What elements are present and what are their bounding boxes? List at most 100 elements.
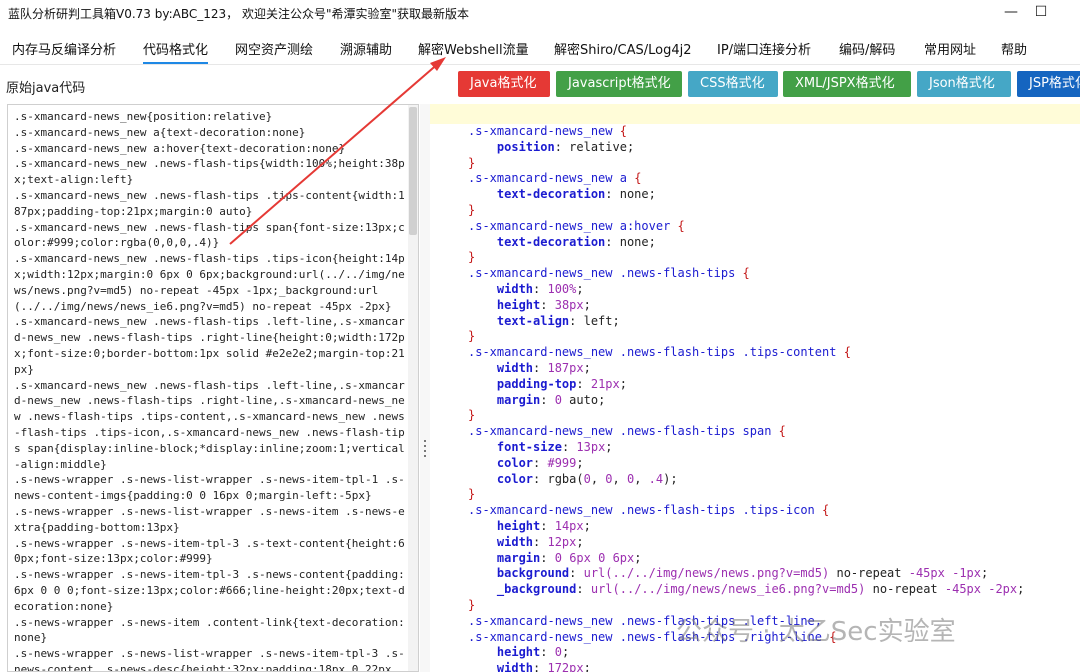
current-line-highlight (430, 104, 1080, 124)
close-brace: } (468, 155, 476, 170)
css-property: text-align (496, 313, 570, 328)
css-selector: .s-xmancard-news_new a (468, 171, 627, 186)
css-number: 12px (547, 534, 577, 549)
css-property: text-decoration (496, 234, 606, 249)
css-semicolon: ; (576, 455, 584, 470)
css-semicolon: ; (561, 645, 570, 660)
css-value-text: rgba( (547, 471, 584, 486)
css-colon: : (605, 187, 620, 202)
menu-decrypt-webshell[interactable]: 解密Webshell流量 (418, 39, 529, 58)
css-colon: : (540, 645, 555, 660)
css-number: 21px (590, 376, 620, 391)
css-colon: : (533, 471, 548, 486)
open-brace: { (742, 266, 750, 281)
css-value-text: relative (569, 139, 627, 154)
css-property: position (496, 139, 555, 154)
css-number: 0 (554, 392, 562, 407)
css-property: _background (496, 582, 577, 597)
source-code-scrollbar-thumb[interactable] (409, 107, 417, 235)
splitter-grip-dot (424, 450, 426, 452)
css-colon: : (533, 455, 548, 470)
css-property: padding-top (496, 376, 577, 391)
css-selector: .s-xmancard-news_new .news-flash-tips (468, 266, 736, 281)
css-value-text: no-repeat (829, 566, 909, 581)
css-number: #999 (547, 455, 577, 470)
css-value-text: no-repeat (865, 582, 945, 597)
splitter-grip-dot (424, 445, 426, 447)
window-title: 蓝队分析研判工具箱V0.73 by:ABC_123， 欢迎关注公众号"希潭实验室… (8, 7, 470, 21)
menu-decrypt-shiro-cas-log4j2[interactable]: 解密Shiro/CAS/Log4j2 (554, 39, 691, 58)
menu-code-format[interactable]: 代码格式化 (143, 39, 209, 64)
css-number: 187px (547, 360, 584, 375)
css-colon: : (554, 139, 570, 154)
menu-trace-assist[interactable]: 溯源辅助 (340, 39, 392, 58)
source-code-text[interactable]: .s-xmancard-news_new{position:relative} … (14, 109, 408, 671)
css-property: width (496, 661, 534, 672)
formatted-code[interactable]: .s-xmancard-news_new { position: relativ… (468, 124, 1068, 672)
css-number: -45px (908, 566, 945, 581)
css-selector: .s-xmancard-news_new .news-flash-tips .t… (468, 345, 837, 360)
css-colon: : (576, 582, 591, 597)
css-value-text (945, 566, 952, 580)
css-colon: : (561, 439, 577, 454)
menu-ip-port-analysis[interactable]: IP/端口连接分析 (717, 39, 811, 58)
css-number: 14px (554, 518, 584, 533)
css-selector: .s-xmancard-news_new a:hover (468, 218, 671, 233)
css-semicolon: ; (576, 281, 584, 296)
css-property: width (496, 281, 534, 296)
splitter-grip-dot (424, 440, 426, 442)
formatted-output-panel[interactable]: .s-xmancard-news_new { position: relativ… (430, 104, 1080, 672)
menu-memshell-decompile[interactable]: 内存马反编译分析 (12, 39, 116, 58)
panel-splitter[interactable] (420, 104, 430, 672)
css-property: margin (496, 392, 541, 407)
css-value-text: auto (561, 392, 599, 407)
css-number: -2px (988, 582, 1018, 597)
maximize-button[interactable]: ☐ (1018, 0, 1064, 26)
css-value-text: , (634, 471, 649, 486)
open-brace: { (619, 124, 627, 138)
css-colon: : (533, 534, 548, 549)
css-number: 0 (554, 645, 562, 660)
css-property: font-size (496, 439, 562, 454)
close-brace: } (468, 202, 476, 217)
css-semicolon: ; (598, 392, 606, 407)
watermark: 公众号 · 太乙Sec实验室 (676, 617, 956, 647)
javascript-format-button[interactable]: Javascript格式化 (556, 71, 682, 97)
css-url: url(../../img/news/news_ie6.png?v=md5) (590, 582, 866, 597)
css-number: -45px (944, 582, 981, 597)
css-colon: : (569, 566, 584, 581)
css-format-button[interactable]: CSS格式化 (688, 71, 778, 97)
css-colon: : (569, 313, 584, 328)
source-code-scrollbar[interactable] (408, 105, 418, 671)
css-colon: : (540, 392, 555, 407)
css-number: 0 (605, 471, 613, 486)
css-number: 0 (554, 550, 562, 565)
css-property: height (496, 645, 541, 660)
css-selector: .s-xmancard-news_new .news-flash-tips sp… (468, 424, 772, 439)
xml-jspx-format-button[interactable]: XML/JSPX格式化 (783, 71, 911, 97)
css-value-text (605, 551, 612, 565)
menu-cyberspace-asset[interactable]: 网空资产测绘 (235, 39, 313, 58)
css-number: 100% (547, 281, 577, 296)
css-semicolon: ; (648, 234, 656, 249)
css-property: text-decoration (496, 187, 606, 202)
open-brace: { (778, 424, 786, 439)
source-code-textarea[interactable]: .s-xmancard-news_new{position:relative} … (7, 104, 419, 672)
css-property: color (496, 471, 534, 486)
css-colon: : (533, 360, 548, 375)
css-number: .4 (648, 471, 664, 486)
close-brace: } (468, 329, 476, 344)
open-brace: { (822, 503, 830, 518)
menu-common-urls[interactable]: 常用网址 (924, 39, 976, 58)
css-number: -1px (952, 566, 981, 581)
css-number: 6px (612, 550, 635, 565)
java-format-button[interactable]: Java格式化 (458, 71, 550, 97)
menu-encode-decode[interactable]: 编码/解码 (839, 39, 895, 58)
css-number: 6px (569, 550, 591, 565)
jsp-format-button[interactable]: JSP格式化 (1017, 71, 1080, 97)
menu-help[interactable]: 帮助 (1001, 39, 1027, 58)
open-brace: { (843, 345, 851, 360)
css-property: width (496, 534, 534, 549)
css-semicolon: ; (626, 139, 635, 154)
json-format-button[interactable]: Json格式化 (917, 71, 1011, 97)
